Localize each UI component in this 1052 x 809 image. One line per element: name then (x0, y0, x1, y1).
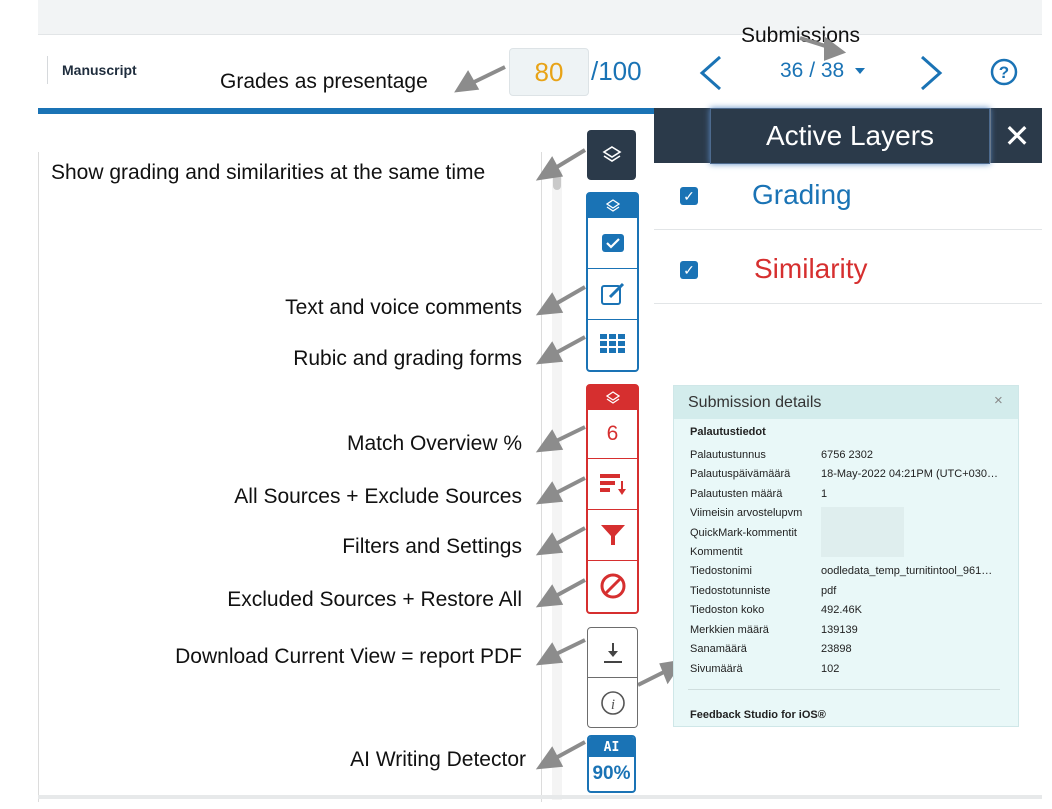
edit-comment-icon (600, 282, 624, 305)
match-overview-button[interactable]: 6 (588, 410, 637, 459)
all-sources-button[interactable] (588, 459, 637, 510)
detail-label: Palautusten määrä (690, 488, 783, 500)
bottom-rule (38, 795, 1042, 799)
detail-value: oodledata_temp_turnitintool_961… (821, 565, 993, 577)
similarity-tool-group: 6 (586, 384, 639, 614)
close-details-button[interactable]: × (994, 392, 1003, 409)
grading-tool-group (586, 192, 639, 372)
similarity-layer-header[interactable] (588, 386, 637, 410)
download-icon (603, 642, 622, 663)
detail-label: Tiedoston koko (690, 604, 765, 616)
detail-value: 1 (821, 488, 828, 500)
similarity-checkbox[interactable]: ✓ (680, 261, 698, 279)
block-icon (600, 573, 625, 599)
details-section-title: Palautustiedot (690, 426, 766, 438)
detail-value: 102 (821, 663, 840, 675)
ai-writing-button[interactable]: AI 90% (587, 735, 636, 793)
detail-value: 23898 (821, 643, 852, 655)
submission-info-button[interactable]: i (588, 678, 637, 727)
submission-details-panel: Submission details × Palautustiedot Pala… (673, 385, 1019, 727)
layers-button[interactable] (587, 130, 636, 180)
detail-label: Palautustunnus (690, 449, 766, 461)
layer-row-similarity[interactable]: ✓ Similarity (654, 237, 1042, 304)
detail-label: Tiedostotunniste (690, 585, 771, 597)
grading-checkbox[interactable]: ✓ (680, 187, 698, 205)
detail-value: 492.46K (821, 604, 862, 616)
detail-label: Palautuspäivämäärä (690, 468, 791, 480)
detail-label: Sanamäärä (690, 643, 747, 655)
layers-icon (605, 199, 620, 212)
detail-label: QuickMark-kommentit (690, 527, 797, 539)
sort-sources-icon (599, 474, 626, 495)
download-button[interactable] (588, 628, 637, 678)
grading-layer-header[interactable] (588, 194, 637, 218)
layers-icon (601, 146, 622, 162)
svg-text:i: i (610, 697, 614, 713)
layer-label-grading: Grading (752, 179, 852, 210)
layer-row-grading[interactable]: ✓ Grading (654, 163, 1042, 230)
grid-icon (599, 334, 625, 353)
detail-label: Kommentit (690, 546, 743, 558)
ai-percent: 90% (592, 763, 631, 784)
detail-label: Tiedostonimi (690, 565, 752, 577)
close-panel-button[interactable]: ✕ (990, 108, 1043, 163)
layer-label-similarity: Similarity (754, 253, 868, 284)
details-footer: Feedback Studio for iOS® (690, 709, 826, 721)
quickmark-button[interactable] (588, 218, 637, 269)
rubric-button[interactable] (588, 320, 637, 368)
divider (688, 689, 1000, 690)
layers-icon (605, 391, 620, 404)
submission-details-header: Submission details × (674, 386, 1018, 419)
detail-label: Viimeisin arvostelupvm (690, 507, 803, 519)
layers-panel-title: Active Layers (710, 108, 990, 164)
ai-label: AI (589, 737, 634, 757)
detail-value: 139139 (821, 624, 858, 636)
detail-value: 18-May-2022 04:21PM (UTC+030… (821, 468, 998, 480)
comments-button[interactable] (588, 269, 637, 320)
submission-details-title: Submission details (688, 394, 822, 411)
info-icon: i (600, 690, 625, 715)
checkmark-icon (601, 234, 624, 252)
filters-button[interactable] (588, 510, 637, 561)
download-info-group: i (587, 627, 638, 728)
detail-value: pdf (821, 585, 837, 597)
detail-value: 6756 2302 (821, 449, 873, 461)
placeholder-block (821, 507, 904, 557)
detail-label: Merkkien määrä (690, 624, 769, 636)
filter-icon (600, 525, 625, 545)
detail-label: Sivumäärä (690, 663, 743, 675)
excluded-sources-button[interactable] (588, 561, 637, 611)
